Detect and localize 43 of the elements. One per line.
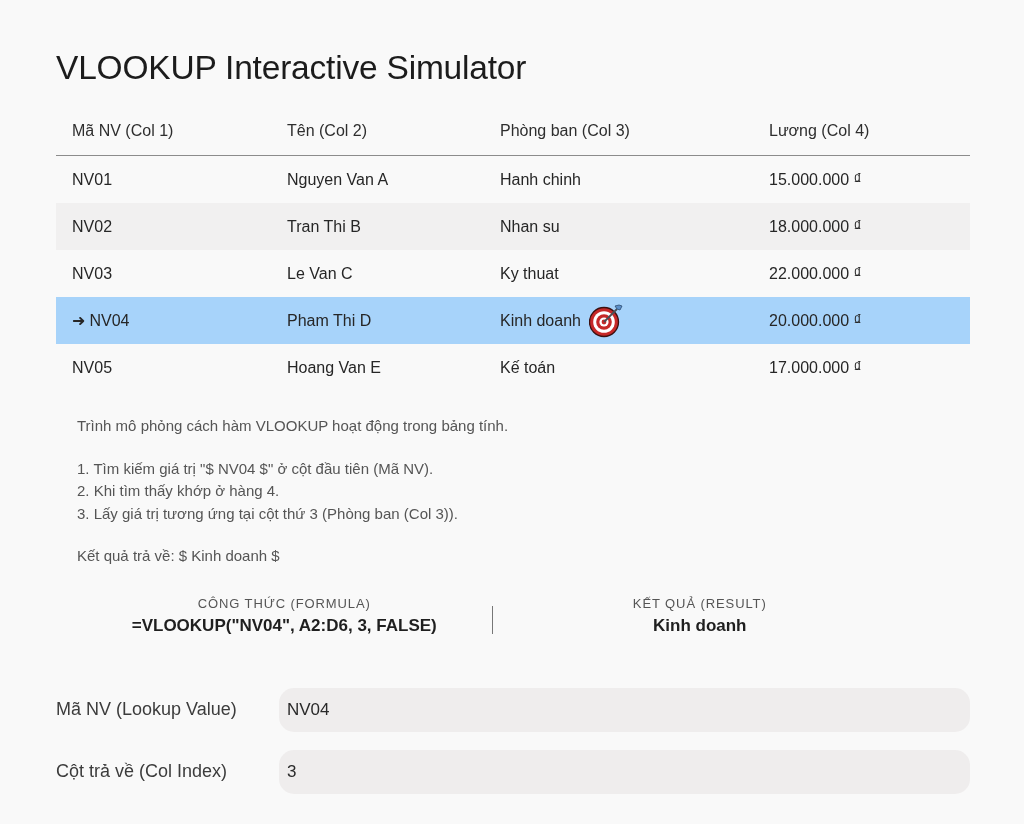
table-row[interactable]: NV01 Nguyen Van A Hanh chinh 15.000.000 ₫ [56,156,970,203]
table-cell: Hoang Van E [287,358,381,377]
field-label: Cột trả về (Col Index) [56,761,229,782]
column-header: Tên (Col 2) [287,122,369,140]
result-text: Kết quả trả về: $ Kinh doanh $ [77,546,281,566]
table-cell: Ky thuat [500,264,559,283]
description-text: Trình mô phỏng cách hàm VLOOKUP hoạt động trong bảng tính. [77,416,510,436]
table-cell: Kinh doanh [500,311,581,330]
table-cell: 15.000.000 ₫ [769,170,862,189]
table-cell: Pham Thi D [287,311,372,330]
summary-label: CÔNG THỨC (FORMULA) [197,594,371,613]
table-cell: Hanh chinh [500,170,581,189]
column-header: Phòng ban (Col 3) [500,122,631,140]
table-cell: 17.000.000 ₫ [769,358,862,377]
table-cell: Nguyen Van A [287,170,389,189]
table-row[interactable]: ➜ NV04 Pham Thi D Kinh doanh 20.000.000 ₫ [56,297,970,344]
table-cell: Nhan su [500,217,560,236]
table-cell: NV03 [72,264,113,283]
table-row[interactable]: NV02 Tran Thi B Nhan su 18.000.000 ₫ [56,203,970,250]
summary-value: Kinh doanh [653,614,747,637]
input-field[interactable]: NV04 [279,687,970,732]
page-title: VLOOKUP Interactive Simulator [56,48,528,88]
step-text: 1. Tìm kiếm giá trị "$ NV04 $" ở cột đầu tiên (Mã NV). [77,458,435,479]
summary-value: =VLOOKUP("NV04", A2:D6, 3, FALSE) [131,614,437,637]
step-text: 2. Khi tìm thấy khớp ở hàng 4. [77,481,281,501]
table-row[interactable]: NV05 Hoang Van E Kế toán 17.000.000 ₫ [56,344,970,391]
table-cell: 20.000.000 ₫ [769,311,862,330]
table-cell: NV02 [72,217,113,236]
table-cell: ➜ NV04 [72,311,130,330]
input-field[interactable]: 3 [279,749,970,794]
table-cell: 18.000.000 ₫ [769,217,862,236]
step-text: 3. Lấy giá trị tương ứng tại cột thứ 3 (Phòng ban (Col 3)). [77,503,459,524]
column-header: Mã NV (Col 1) [72,122,175,140]
table-cell: Le Van C [287,264,353,283]
summary-label: KẾT QUẢ (RESULT) [632,594,767,613]
table-cell: Tran Thi B [287,217,361,236]
column-header: Lương (Col 4) [769,122,871,140]
table-cell: NV05 [72,358,113,377]
table-cell: 22.000.000 ₫ [769,264,862,283]
table-cell: Kế toán [500,358,556,377]
table-cell: NV01 [72,170,113,189]
field-label: Mã NV (Lookup Value) [56,699,238,720]
table-row[interactable]: NV03 Le Van C Ky thuat 22.000.000 ₫ [56,250,970,297]
